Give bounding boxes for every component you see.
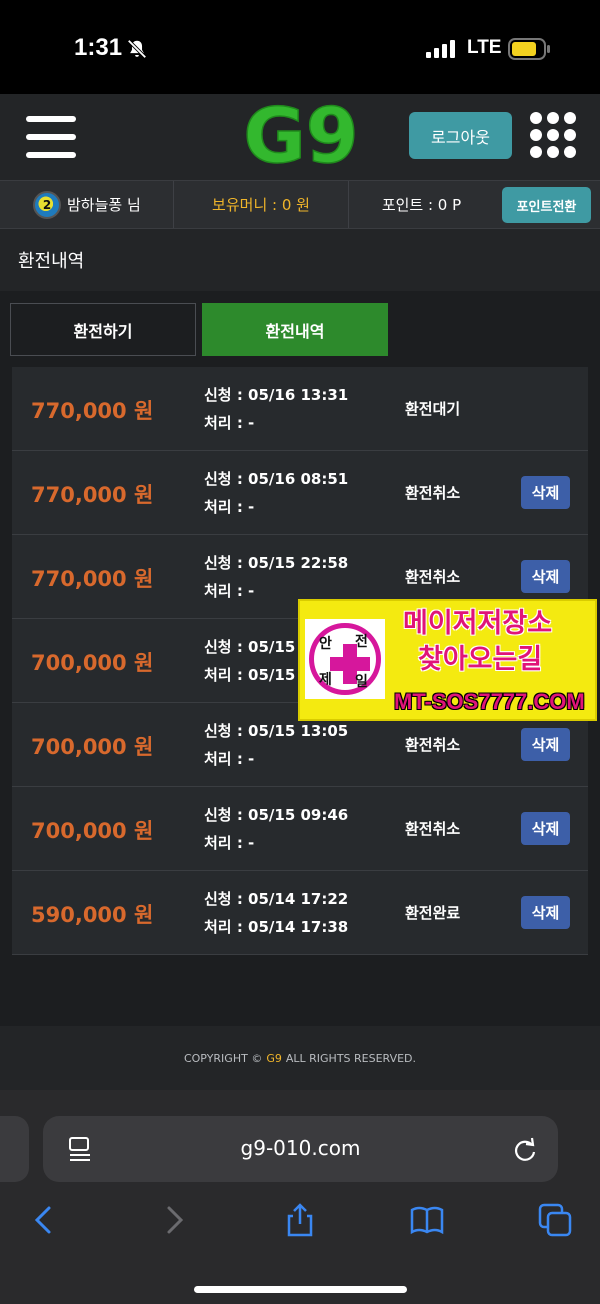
- status-label: 환전취소: [405, 568, 461, 586]
- table-row: 700,000 원 신청 : 05/15 09:46 처리 : - 환전취소 삭…: [12, 787, 588, 871]
- status-bar: 1:31 LTE: [0, 0, 600, 94]
- delete-button[interactable]: 삭제: [521, 560, 570, 593]
- bookmarks-icon[interactable]: [409, 1202, 445, 1238]
- process-time: 처리 : -: [204, 414, 255, 432]
- status-label: 환전대기: [405, 400, 461, 418]
- process-time: 처리 : -: [204, 750, 255, 768]
- level-avatar: 2: [33, 190, 61, 219]
- footer: COPYRIGHT © G9 ALL RIGHTS RESERVED.: [0, 1026, 600, 1090]
- status-time: 1:31: [74, 34, 123, 61]
- money-balance: 보유머니 : 0 원: [174, 181, 349, 228]
- status-label: 환전취소: [405, 736, 461, 754]
- request-time: 신청 : 05/15 22:58: [204, 554, 349, 572]
- url-text: g9-010.com: [240, 1136, 361, 1160]
- bell-off-icon: [127, 39, 147, 59]
- hamburger-menu-icon[interactable]: [26, 116, 78, 160]
- address-bar[interactable]: g9-010.com: [43, 1116, 558, 1182]
- ad-badge: 안 전 제 일: [305, 619, 385, 699]
- footer-brand: G9: [266, 1051, 282, 1065]
- point-convert-button[interactable]: 포인트전환: [502, 187, 591, 223]
- site-header: G9 로그아웃: [0, 94, 600, 180]
- amount: 700,000 원: [31, 651, 154, 675]
- amount: 770,000 원: [31, 399, 154, 423]
- browser-toolbar: g9-010.com: [0, 1090, 600, 1304]
- amount: 590,000 원: [31, 903, 154, 927]
- process-time: 처리 : -: [204, 498, 255, 516]
- share-icon[interactable]: [282, 1202, 318, 1238]
- forward-icon[interactable]: [156, 1202, 192, 1238]
- status-label: 환전완료: [405, 904, 461, 922]
- tab-exchange[interactable]: 환전하기: [10, 303, 196, 356]
- previous-tab[interactable]: [0, 1116, 29, 1182]
- back-icon[interactable]: [26, 1202, 62, 1238]
- delete-button[interactable]: 삭제: [521, 728, 570, 761]
- request-time: 신청 : 05/16 13:31: [204, 386, 349, 404]
- amount: 700,000 원: [31, 735, 154, 759]
- request-time: 신청 : 05/15 1: [204, 638, 311, 656]
- ad-url: MT-SOS7777.COM: [394, 689, 585, 714]
- battery-icon: [508, 38, 550, 60]
- tab-exchange-history[interactable]: 환전내역: [202, 303, 388, 356]
- table-row: 770,000 원 신청 : 05/16 08:51 처리 : - 환전취소 삭…: [12, 451, 588, 535]
- network-label: LTE: [467, 37, 502, 58]
- logout-button[interactable]: 로그아웃: [409, 112, 512, 159]
- amount: 700,000 원: [31, 819, 154, 843]
- copyright-suffix: ALL RIGHTS RESERVED.: [285, 1051, 417, 1065]
- delete-button[interactable]: 삭제: [521, 812, 570, 845]
- delete-button[interactable]: 삭제: [521, 476, 570, 509]
- grid-menu-icon[interactable]: [530, 112, 576, 158]
- table-row: 590,000 원 신청 : 05/14 17:22 처리 : 05/14 17…: [12, 871, 588, 955]
- amount: 770,000 원: [31, 567, 154, 591]
- request-time: 신청 : 05/14 17:22: [204, 890, 349, 908]
- delete-button[interactable]: 삭제: [521, 896, 570, 929]
- point-balance: 포인트 : 0 P: [381, 196, 462, 214]
- tabs-icon[interactable]: [537, 1202, 573, 1238]
- signal-icon: [426, 40, 455, 58]
- page-title: 환전내역: [18, 251, 85, 272]
- reload-icon[interactable]: [512, 1135, 538, 1163]
- g9-logo[interactable]: G9: [240, 100, 362, 170]
- table-row: 770,000 원 신청 : 05/16 13:31 처리 : - 환전대기: [12, 367, 588, 451]
- amount: 770,000 원: [31, 483, 154, 507]
- user-info-bar: 2 밤하늘퐁 님 보유머니 : 0 원 포인트 : 0 P 포인트전환: [0, 180, 600, 229]
- process-time: 처리 : -: [204, 834, 255, 852]
- ad-headline: 메이저저장소: [403, 608, 553, 639]
- username: 밤하늘퐁 님: [67, 196, 141, 214]
- home-indicator[interactable]: [194, 1286, 407, 1293]
- status-label: 환전취소: [405, 820, 461, 838]
- ad-subheadline: 찾아오는길: [418, 644, 543, 675]
- ad-banner[interactable]: 안 전 제 일 메이저저장소 찾아오는길 MT-SOS7777.COM: [298, 599, 597, 721]
- page-title-bar: 환전내역: [0, 229, 600, 291]
- request-time: 신청 : 05/15 09:46: [204, 806, 349, 824]
- status-label: 환전취소: [405, 484, 461, 502]
- request-time: 신청 : 05/16 08:51: [204, 470, 349, 488]
- request-time: 신청 : 05/15 13:05: [204, 722, 349, 740]
- process-time: 처리 : 05/14 17:38: [204, 918, 349, 936]
- user-cell: 2 밤하늘퐁 님: [0, 181, 174, 228]
- copyright-prefix: COPYRIGHT ©: [183, 1051, 263, 1065]
- svg-text:G9: G9: [243, 100, 358, 170]
- process-time: 처리 : 05/15 1: [204, 666, 311, 684]
